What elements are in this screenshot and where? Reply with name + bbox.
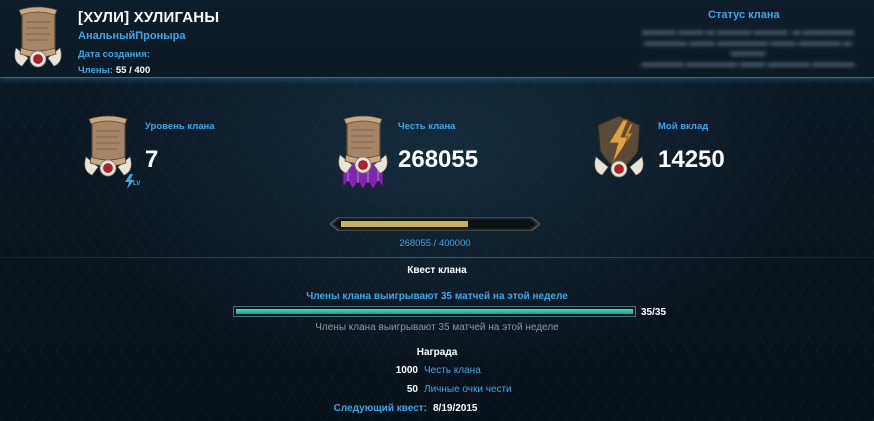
clan-status-text-blurred: ▬▬▬▬ ▬▬▬ ▬ ▬▬▬▬ ▬▬▬▬. ▬ ▬▬▬▬▬▬ ▬▬▬▬▬ ▬▬▬… — [641, 26, 855, 68]
reward-label-personal-honor: Личные очки чести — [424, 384, 512, 395]
members-label: Члены: — [78, 65, 113, 76]
members-value: 55 / 400 — [115, 65, 151, 76]
clan-honor-label: Честь клана — [398, 121, 456, 132]
clan-quest-title: Квест клана — [407, 265, 467, 276]
clan-title: [ХУЛИ] ХУЛИГАНЫ — [78, 9, 220, 26]
clan-level-label: Уровень клана — [145, 121, 215, 132]
reward-amount-personal-honor: 50 — [406, 384, 418, 395]
clan-crest-icon — [10, 4, 66, 74]
clan-quest-description: Члены клана выигрывают 35 матчей на этой… — [306, 291, 568, 302]
next-quest-date: 8/19/2015 — [433, 403, 478, 414]
honor-progress-fill — [341, 221, 468, 227]
quest-progress-bar — [233, 306, 636, 317]
honor-progress-text: 268055 / 400000 — [399, 238, 471, 249]
my-contribution-value: 14250 — [658, 146, 725, 173]
quest-progress-fill — [236, 309, 633, 314]
my-contribution-lightning-icon — [590, 113, 648, 185]
clan-level-crest-icon — [80, 113, 136, 183]
honor-progress-bar — [329, 216, 541, 232]
clan-status-title: Статус клана — [708, 9, 780, 21]
section-divider — [0, 257, 874, 258]
members-count: Члены: 55 / 400 — [78, 65, 150, 76]
clan-leader-name[interactable]: АнальныйПроныра — [78, 30, 185, 42]
level-badge-text: LV — [133, 181, 141, 187]
reward-title: Награда — [416, 347, 458, 358]
reward-label-clan-honor: Честь клана — [424, 365, 481, 376]
next-quest-label: Следующий квест: — [333, 403, 427, 414]
my-contribution-label: Мой вклад — [658, 121, 709, 132]
quest-progress-count: 35/35 — [641, 307, 667, 318]
clan-honor-value: 268055 — [398, 146, 479, 173]
creation-date-label: Дата создания: — [78, 49, 150, 60]
reward-amount-clan-honor: 1000 — [395, 365, 418, 376]
clan-quest-subtitle: Члены клана выигрывают 35 матчей на этой… — [315, 322, 559, 333]
clan-level-value: 7 — [145, 146, 159, 173]
clan-honor-banner-icon — [334, 113, 392, 199]
